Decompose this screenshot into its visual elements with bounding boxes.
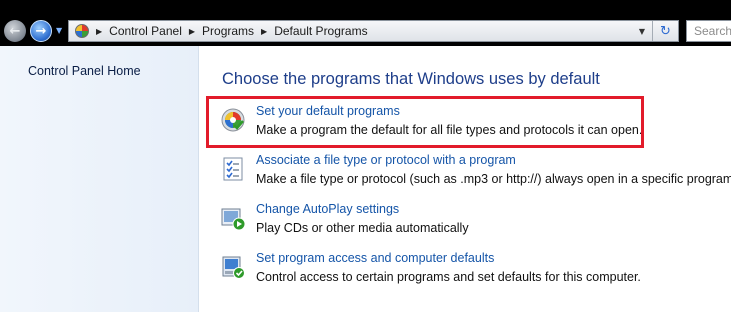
set-default-programs-link[interactable]: Set your default programs	[256, 104, 400, 118]
search-input[interactable]: Search	[686, 20, 731, 42]
breadcrumb-separator-icon[interactable]: ▶	[261, 27, 267, 36]
program-access-icon	[222, 256, 245, 279]
task-associate-file-type: Associate a file type or protocol with a…	[220, 153, 731, 197]
program-access-description: Control access to certain programs and s…	[256, 270, 641, 284]
task-program-access: Set program access and computer defaults…	[220, 251, 731, 295]
breadcrumb-default-programs[interactable]: Default Programs	[274, 24, 367, 38]
set-default-programs-description: Make a program the default for all file …	[256, 123, 643, 137]
address-history-dropdown-icon[interactable]: ▼	[634, 21, 650, 41]
forward-button[interactable]: →	[30, 20, 52, 42]
file-association-icon	[223, 157, 243, 181]
associate-file-type-description: Make a file type or protocol (such as .m…	[256, 172, 731, 186]
task-set-default-programs: Set your default programs Make a program…	[220, 104, 731, 148]
forward-arrow-icon: →	[35, 23, 47, 39]
change-autoplay-description: Play CDs or other media automatically	[256, 221, 469, 235]
default-programs-icon	[221, 108, 245, 132]
back-button[interactable]: ←	[4, 20, 26, 42]
back-arrow-icon: ←	[9, 23, 21, 39]
main-content: Choose the programs that Windows uses by…	[200, 46, 731, 312]
control-panel-home-link[interactable]: Control Panel Home	[28, 64, 141, 78]
change-autoplay-link[interactable]: Change AutoPlay settings	[256, 202, 399, 216]
address-bar[interactable]: ▶ Control Panel ▶ Programs ▶ Default Pro…	[68, 20, 679, 42]
breadcrumb-separator-icon[interactable]: ▶	[189, 27, 195, 36]
autoplay-icon	[221, 208, 246, 231]
page-title: Choose the programs that Windows uses by…	[222, 70, 600, 88]
navigation-bar: ← → ▼ ▶ Control Panel ▶ Programs ▶ Defau…	[0, 0, 731, 46]
breadcrumb-programs[interactable]: Programs	[202, 24, 254, 38]
control-panel-icon	[75, 24, 89, 38]
left-task-pane: Control Panel Home	[0, 46, 199, 312]
task-change-autoplay: Change AutoPlay settings Play CDs or oth…	[220, 202, 731, 246]
refresh-icon[interactable]: ↻	[652, 21, 678, 41]
breadcrumb-control-panel[interactable]: Control Panel	[109, 24, 182, 38]
breadcrumb-separator-icon[interactable]: ▶	[96, 27, 102, 36]
recent-pages-dropdown-icon[interactable]: ▼	[56, 26, 64, 35]
program-access-link[interactable]: Set program access and computer defaults	[256, 251, 494, 265]
associate-file-type-link[interactable]: Associate a file type or protocol with a…	[256, 153, 516, 167]
